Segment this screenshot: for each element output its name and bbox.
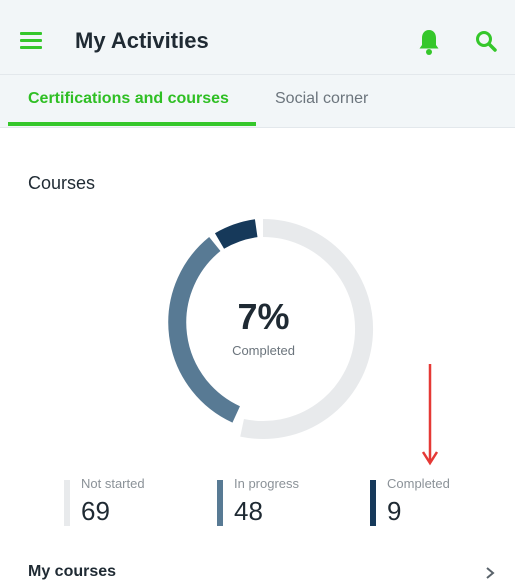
chevron-right-icon[interactable] (484, 566, 496, 580)
completion-label: Completed (232, 343, 295, 358)
stat-value: 9 (387, 496, 402, 526)
stat-label: Completed (387, 476, 450, 491)
stat-value: 48 (234, 496, 263, 526)
red-down-arrow-icon (421, 364, 439, 466)
my-courses-link[interactable]: My courses (28, 563, 116, 581)
completion-percent: 7% (237, 296, 290, 337)
stat-label: Not started (81, 476, 145, 491)
stat-color-bar (370, 480, 376, 526)
stat-color-bar (217, 480, 223, 526)
stat-color-bar (64, 480, 70, 526)
donut-segment-completed (214, 219, 258, 249)
stat-label: In progress (234, 476, 300, 491)
stat-value: 69 (81, 496, 110, 526)
